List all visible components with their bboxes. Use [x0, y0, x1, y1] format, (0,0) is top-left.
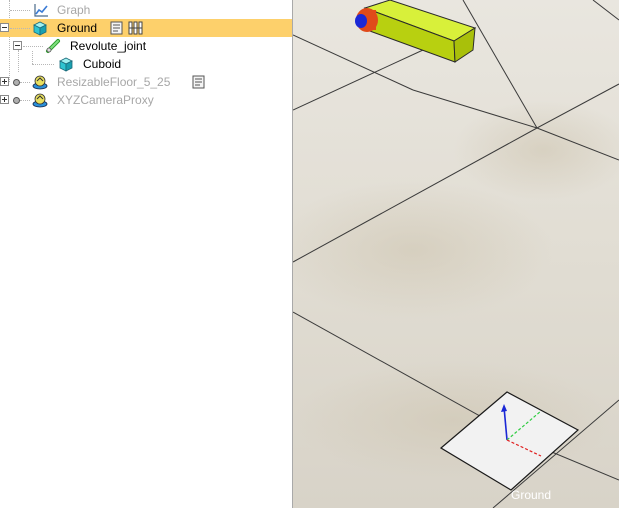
- tree-item-label: Ground: [57, 21, 98, 35]
- expand-toggle[interactable]: [0, 95, 9, 104]
- script-icon[interactable]: [191, 74, 207, 90]
- model-dot-icon: [13, 79, 20, 86]
- tree-item-resizable-floor[interactable]: ResizableFloor_5_25: [0, 73, 292, 91]
- collapse-toggle[interactable]: [0, 23, 9, 32]
- graph-icon: [33, 2, 49, 18]
- tree-item-label: Cuboid: [83, 57, 122, 71]
- tree-item-cuboid[interactable]: Cuboid: [0, 51, 292, 73]
- model-icon: [32, 92, 48, 108]
- tree-connector-line: [32, 64, 54, 65]
- tree-item-label: Revolute_joint: [70, 39, 147, 53]
- tree-item-revolute-joint[interactable]: Revolute_joint: [0, 37, 292, 72]
- scene-viewport[interactable]: Ground: [293, 0, 619, 508]
- scene-render[interactable]: [293, 0, 619, 508]
- cube-icon: [58, 56, 74, 72]
- expand-toggle[interactable]: [0, 77, 9, 86]
- scene-hierarchy-panel: Graph Ground Revolute_joint Cuboid Resiz…: [0, 0, 292, 508]
- tree-connector-line: [20, 82, 30, 83]
- tree-item-label: ResizableFloor_5_25: [57, 75, 171, 89]
- cube-icon: [32, 20, 48, 36]
- tree-item-xyz-camera-proxy[interactable]: XYZCameraProxy: [0, 91, 292, 109]
- tree-connector-line: [10, 28, 30, 29]
- tree-item-label: XYZCameraProxy: [57, 93, 154, 107]
- ground-object-label: Ground: [511, 488, 552, 502]
- model-icon: [32, 74, 48, 90]
- floor-texture: [293, 360, 613, 480]
- model-dot-icon: [13, 97, 20, 104]
- dynamics-icon[interactable]: [128, 20, 144, 36]
- tree-connector-line: [23, 46, 43, 47]
- tree-item-graph[interactable]: Graph: [0, 1, 292, 19]
- collapse-toggle[interactable]: [13, 41, 22, 50]
- joint-icon: [45, 38, 61, 54]
- script-icon[interactable]: [109, 20, 125, 36]
- tree-item-ground[interactable]: Ground: [0, 19, 292, 37]
- tree-connector-line: [20, 100, 30, 101]
- tree-connector-line: [32, 51, 33, 64]
- tree-item-label: Graph: [57, 3, 91, 17]
- tree-connector-line: [10, 10, 30, 11]
